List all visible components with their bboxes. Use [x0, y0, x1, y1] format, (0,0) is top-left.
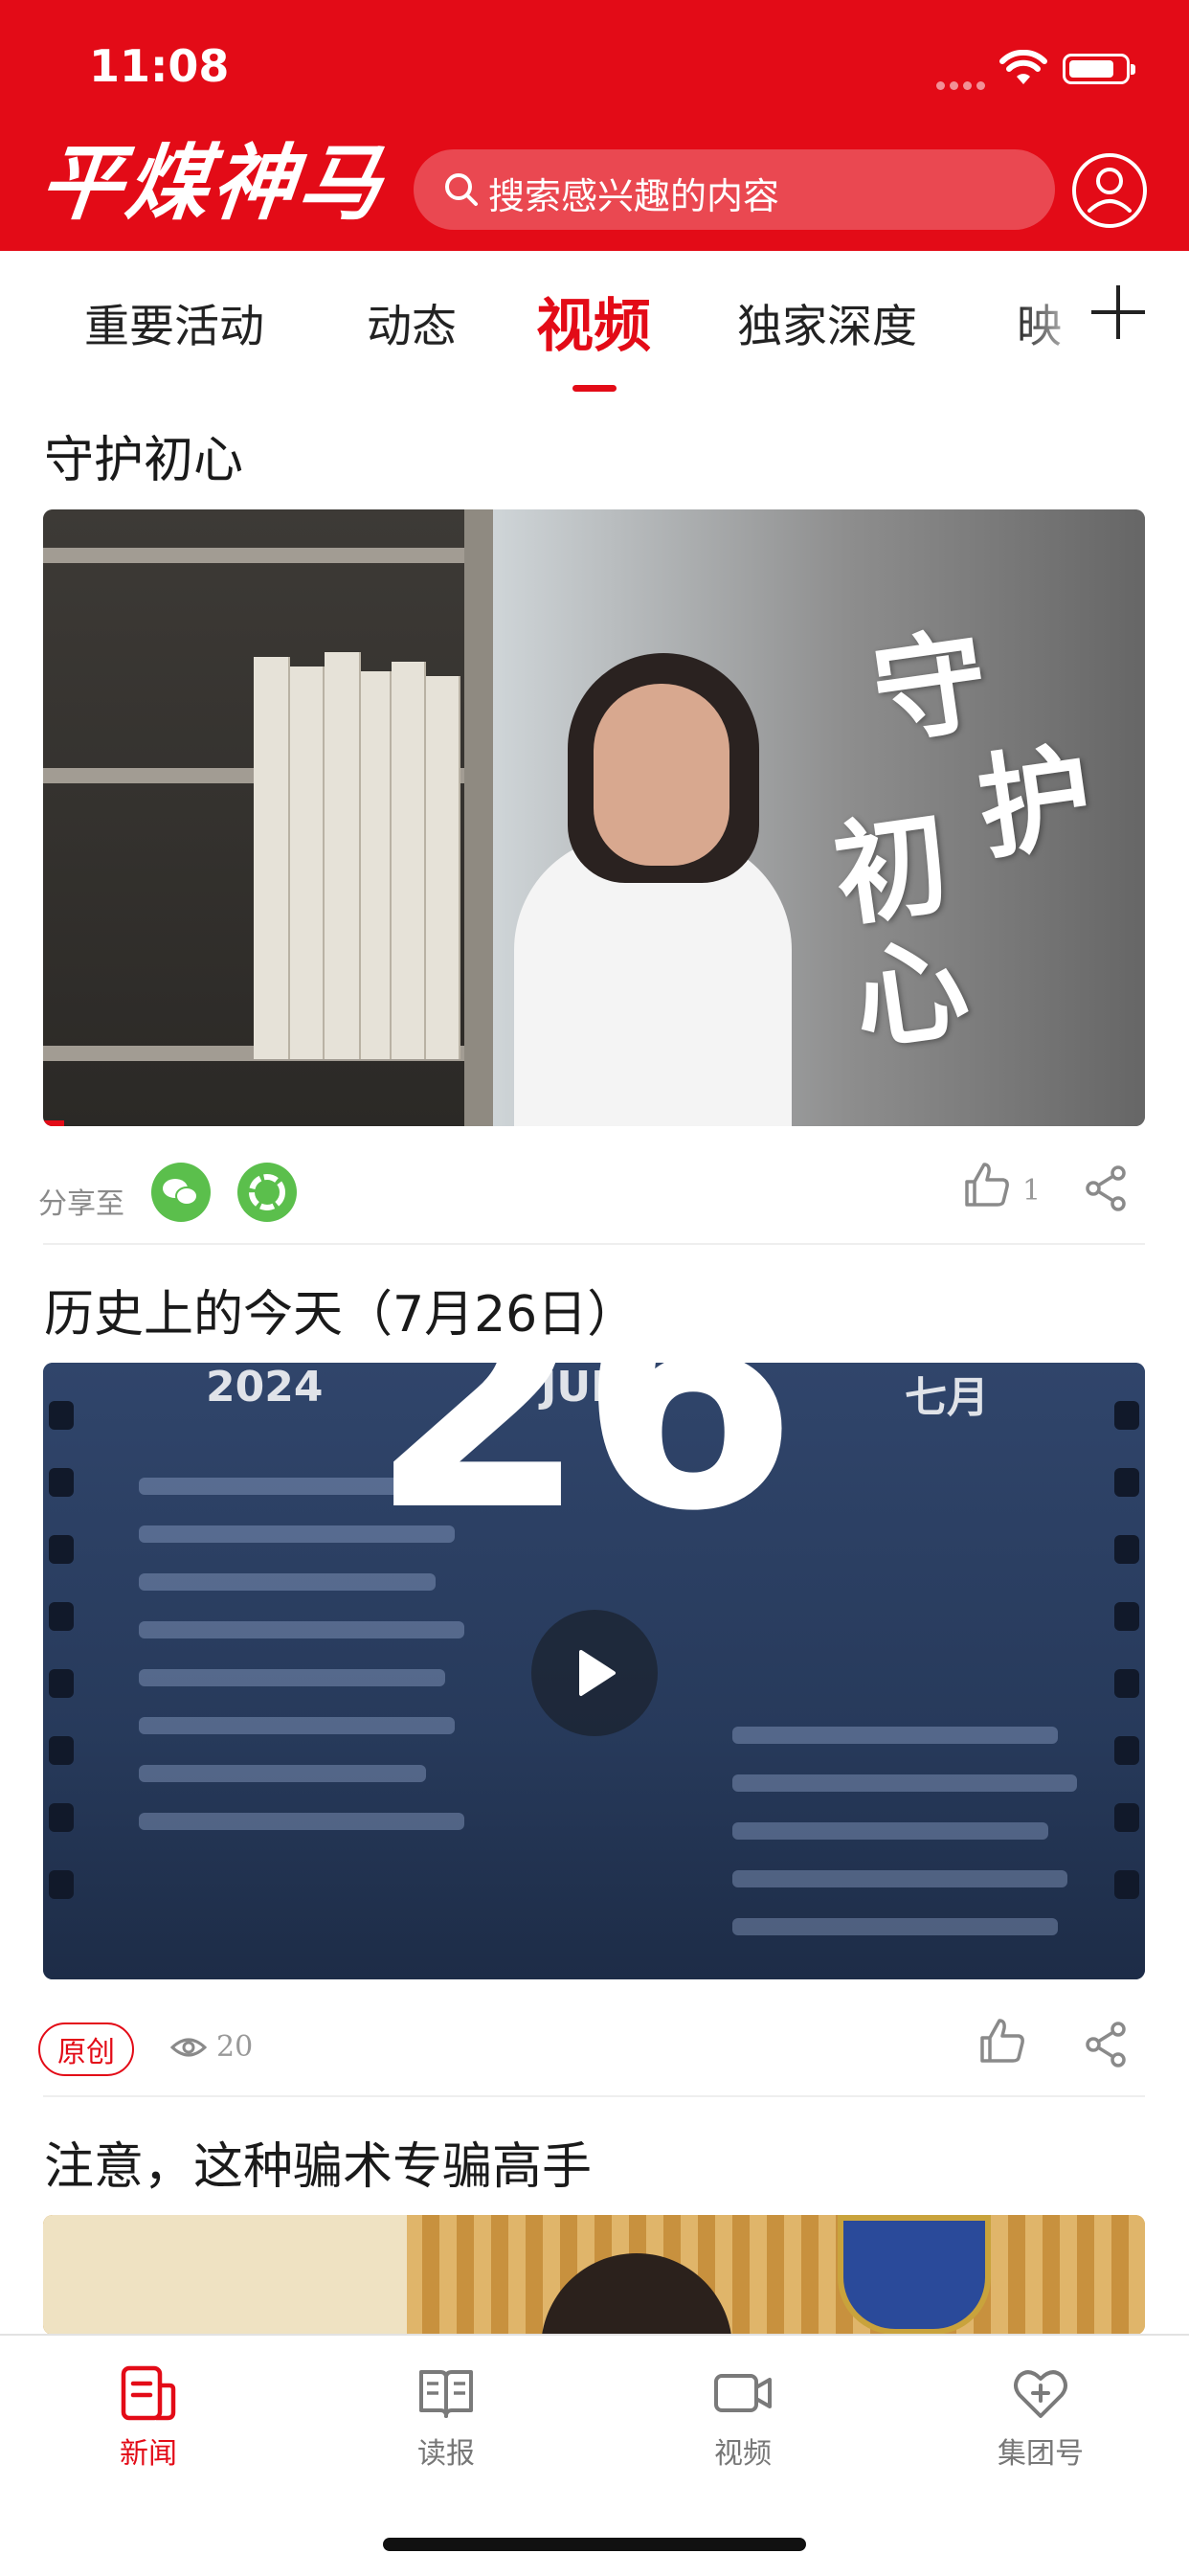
divider	[43, 1243, 1145, 1245]
nav-video[interactable]: 视频	[647, 2362, 839, 2472]
like-icon[interactable]	[976, 2015, 1028, 2067]
wifi-icon	[999, 50, 1047, 84]
play-button[interactable]	[531, 1610, 658, 1736]
article-title[interactable]: 注意，这种骗术专骗高手	[44, 2126, 592, 2198]
play-icon	[579, 1650, 616, 1696]
video-camera-icon	[714, 2374, 772, 2412]
cover-month-cn: 七月	[905, 1373, 989, 1422]
battery-icon	[1063, 54, 1135, 84]
user-profile-icon[interactable]	[1070, 151, 1149, 230]
article-thumbnail[interactable]	[43, 2215, 1145, 2335]
news-icon	[121, 2365, 176, 2421]
search-input[interactable]: 搜索感兴趣的内容	[414, 149, 1055, 230]
eye-icon	[170, 2038, 207, 2057]
cellular-signal-icon	[936, 76, 990, 94]
nav-news[interactable]: 新闻	[53, 2362, 244, 2472]
moments-share-button[interactable]	[237, 1163, 297, 1222]
book-icon	[419, 2370, 473, 2418]
share-icon[interactable]	[1084, 1164, 1132, 1212]
moments-icon	[249, 1174, 285, 1210]
original-badge: 原创	[38, 2022, 134, 2076]
brand-logo: 平煤神马	[34, 135, 391, 232]
add-channel-icon[interactable]	[1086, 280, 1151, 345]
share-icon[interactable]	[1084, 2021, 1132, 2068]
film-strip-edge	[1107, 1363, 1145, 1979]
tab-news-dynamics[interactable]: 动态	[367, 289, 457, 355]
tab-important-activities[interactable]: 重要活动	[84, 289, 264, 355]
nav-video-label: 视频	[714, 2437, 772, 2471]
tab-video[interactable]: 视频	[536, 280, 651, 363]
cover-year: 2024	[206, 1363, 324, 1412]
nav-group-account[interactable]: 集团号	[945, 2362, 1136, 2472]
channel-tabs: 重要活动 动态 视频 独家深度 映	[0, 251, 1189, 395]
divider	[43, 2095, 1145, 2097]
article-title[interactable]: 历史上的今天（7月26日）	[44, 1274, 637, 1345]
status-time: 11:08	[89, 40, 230, 92]
search-icon	[445, 173, 478, 206]
cover-image-bookshelf	[43, 509, 493, 1126]
video-thumbnail[interactable]: 2024 JUL 七月 26	[43, 1363, 1145, 1979]
share-label: 分享至	[38, 1187, 124, 1221]
video-progress-bar	[43, 1120, 64, 1126]
search-placeholder: 搜索感兴趣的内容	[488, 175, 780, 217]
active-tab-indicator	[572, 385, 617, 392]
app-header: 11:08 平煤神马 搜索感兴趣的内容	[0, 0, 1189, 251]
nav-group-account-label: 集团号	[998, 2437, 1084, 2471]
home-indicator	[383, 2538, 806, 2551]
cover-day-number: 26	[369, 1363, 798, 1580]
wechat-share-button[interactable]	[151, 1163, 211, 1222]
article-actions: 分享至 1	[0, 1155, 1189, 1241]
like-count: 1	[1022, 1174, 1042, 1208]
nav-read-paper-label: 读报	[417, 2437, 475, 2471]
video-thumbnail[interactable]: 守 护 初 心	[43, 509, 1145, 1126]
wechat-icon	[163, 1179, 198, 1206]
view-count: 20	[216, 2030, 254, 2064]
like-icon[interactable]	[961, 1159, 1013, 1210]
article-title[interactable]: 守护初心	[44, 419, 243, 491]
nav-news-label: 新闻	[120, 2437, 177, 2471]
article-actions: 原创 20	[0, 2011, 1189, 2097]
film-strip-edge	[43, 1363, 81, 1979]
tab-exclusive-depth[interactable]: 独家深度	[737, 289, 917, 355]
nav-read-paper[interactable]: 读报	[350, 2362, 542, 2472]
heart-plus-icon	[1014, 2370, 1067, 2418]
police-emblem	[838, 2215, 991, 2335]
cover-calligraphy: 守 护 初 心	[826, 613, 1101, 1068]
